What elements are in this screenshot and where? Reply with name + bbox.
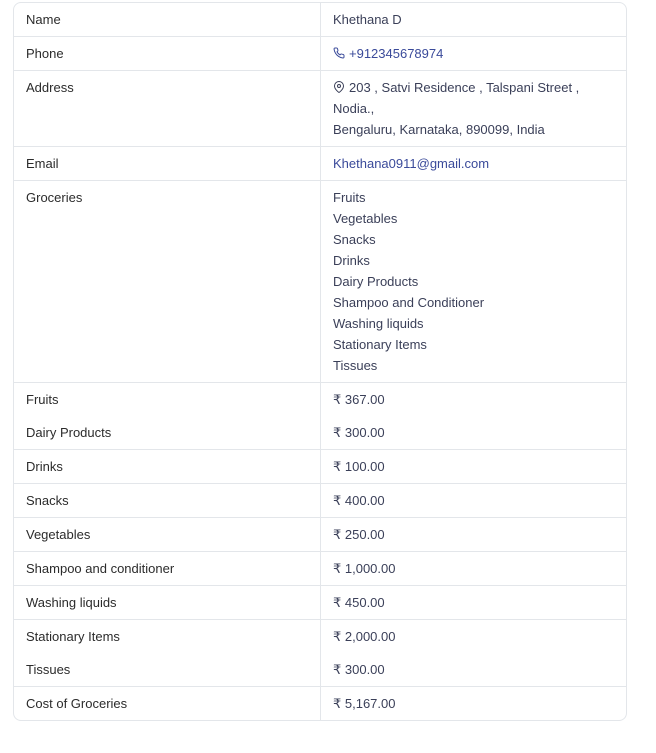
price-label: Dairy Products — [14, 416, 321, 450]
name-label: Name — [14, 3, 321, 37]
list-item: Shampoo and Conditioner — [333, 295, 485, 310]
address-line-1: 203 , Satvi Residence , Talspani Street … — [333, 77, 614, 119]
details-card: Name Khethana D Phone +912345678974 Addr… — [13, 2, 627, 721]
table-row-price-dairy: Dairy Products ₹ 300.00 — [14, 416, 626, 450]
table-row-price-washing: Washing liquids ₹ 450.00 — [14, 585, 626, 620]
price-value: ₹ 100.00 — [320, 449, 626, 484]
price-value: ₹ 1,000.00 — [320, 551, 626, 586]
address-line-2: Bengaluru, Karnataka, 890099, India — [333, 122, 545, 137]
price-label: Vegetables — [14, 517, 321, 552]
email-cell: Khethana0911@gmail.com — [320, 146, 626, 181]
table-row-groceries: Groceries Fruits Vegetables Snacks Drink… — [14, 180, 626, 383]
table-row-email: Email Khethana0911@gmail.com — [14, 146, 626, 181]
phone-icon — [333, 47, 345, 59]
groceries-label: Groceries — [14, 180, 321, 383]
table-row-address: Address 203 , Satvi Residence , Talspani… — [14, 70, 626, 147]
address-cell: 203 , Satvi Residence , Talspani Street … — [320, 70, 626, 147]
list-item: Vegetables — [333, 211, 398, 226]
list-item: Washing liquids — [333, 316, 424, 331]
phone-label: Phone — [14, 36, 321, 71]
phone-cell: +912345678974 — [320, 36, 626, 71]
price-label: Drinks — [14, 449, 321, 484]
price-label: Washing liquids — [14, 585, 321, 620]
table-row-name: Name Khethana D — [14, 3, 626, 37]
price-label: Fruits — [14, 382, 321, 416]
price-value: ₹ 250.00 — [320, 517, 626, 552]
price-label: Snacks — [14, 483, 321, 518]
table-row-price-vegetables: Vegetables ₹ 250.00 — [14, 517, 626, 552]
price-value: ₹ 300.00 — [320, 653, 626, 687]
list-item: Drinks — [333, 253, 370, 268]
details-table: Name Khethana D Phone +912345678974 Addr… — [14, 3, 626, 720]
name-value: Khethana D — [320, 3, 626, 37]
table-row-price-fruits: Fruits ₹ 367.00 — [14, 382, 626, 416]
price-value: ₹ 300.00 — [320, 416, 626, 450]
table-row-total: Cost of Groceries ₹ 5,167.00 — [14, 686, 626, 720]
price-label: Stationary Items — [14, 619, 321, 653]
groceries-list: Fruits Vegetables Snacks Drinks Dairy Pr… — [320, 180, 626, 383]
phone-link[interactable]: +912345678974 — [349, 46, 443, 61]
price-label: Shampoo and conditioner — [14, 551, 321, 586]
total-label: Cost of Groceries — [14, 686, 321, 720]
table-row-price-tissues: Tissues ₹ 300.00 — [14, 653, 626, 687]
address-line-1-text: 203 , Satvi Residence , Talspani Street … — [333, 80, 580, 116]
list-item: Tissues — [333, 358, 378, 373]
price-label: Tissues — [14, 653, 321, 687]
price-value: ₹ 450.00 — [320, 585, 626, 620]
total-value: ₹ 5,167.00 — [333, 696, 396, 711]
email-link[interactable]: Khethana0911@gmail.com — [333, 156, 489, 171]
list-item: Fruits — [333, 190, 366, 205]
price-value: ₹ 367.00 — [333, 392, 385, 407]
location-pin-icon — [334, 81, 344, 93]
email-label: Email — [14, 146, 321, 181]
list-item: Dairy Products — [333, 274, 419, 289]
list-item: Stationary Items — [333, 337, 427, 352]
table-row-price-snacks: Snacks ₹ 400.00 — [14, 483, 626, 518]
price-value: ₹ 400.00 — [320, 483, 626, 518]
address-label: Address — [14, 70, 321, 147]
table-row-price-stationary: Stationary Items ₹ 2,000.00 — [14, 619, 626, 653]
table-row-price-shampoo: Shampoo and conditioner ₹ 1,000.00 — [14, 551, 626, 586]
price-value: ₹ 2,000.00 — [333, 629, 396, 644]
list-item: Snacks — [333, 232, 376, 247]
table-row-price-drinks: Drinks ₹ 100.00 — [14, 449, 626, 484]
table-row-phone: Phone +912345678974 — [14, 36, 626, 71]
